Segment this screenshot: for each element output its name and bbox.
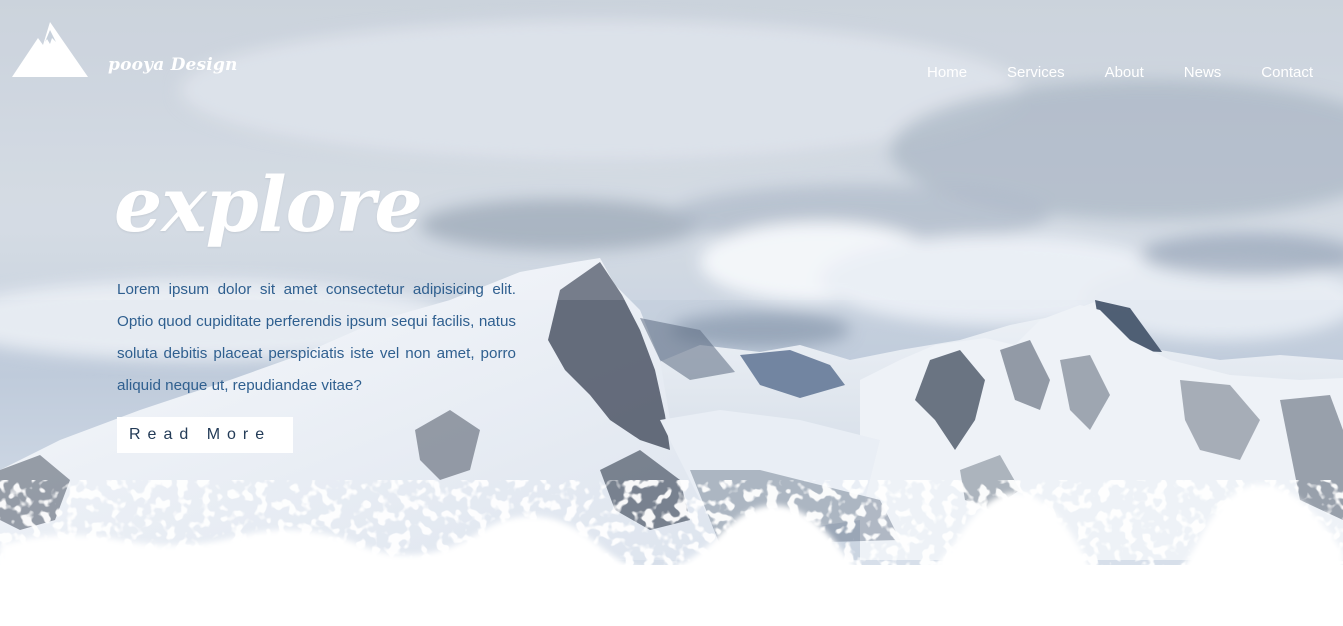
main-nav: Home Services About News Contact <box>927 64 1313 81</box>
brand-name[interactable]: pooya Design <box>108 55 238 75</box>
nav-about[interactable]: About <box>1105 64 1144 81</box>
nav-news[interactable]: News <box>1184 64 1222 81</box>
hero-section: pooya Design Home Services About News Co… <box>0 0 1343 626</box>
nav-services[interactable]: Services <box>1007 64 1065 81</box>
mountain-icon[interactable] <box>12 20 88 78</box>
hero-headline: explore <box>114 160 423 249</box>
nav-contact[interactable]: Contact <box>1261 64 1313 81</box>
read-more-button[interactable]: Read More <box>117 417 293 453</box>
nav-home[interactable]: Home <box>927 64 967 81</box>
hero-description: Lorem ipsum dolor sit amet consectetur a… <box>117 281 516 394</box>
